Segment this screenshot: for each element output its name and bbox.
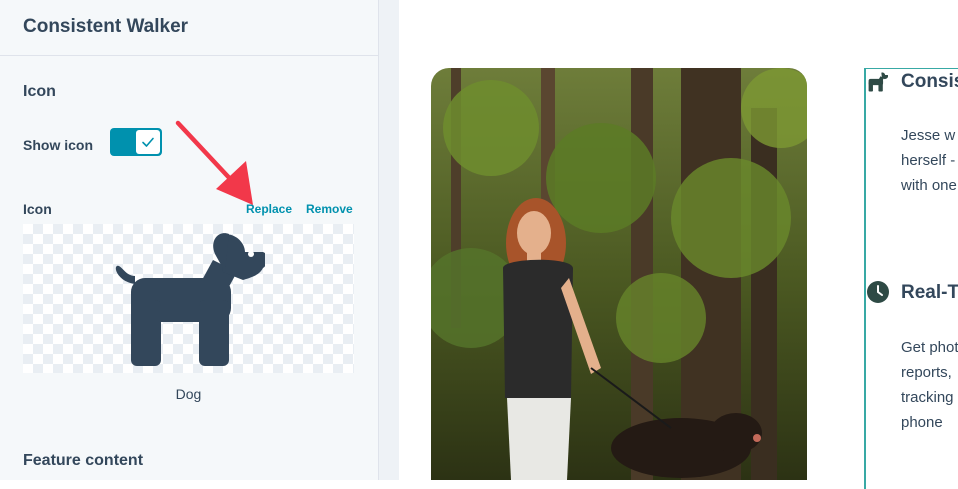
remove-link[interactable]: Remove bbox=[306, 202, 353, 216]
annotation-arrow-icon bbox=[175, 120, 253, 205]
sidebar-header: Consistent Walker bbox=[0, 0, 378, 56]
sidebar-panel: Consistent Walker Icon Show icon Icon Re… bbox=[0, 0, 379, 480]
feature-title: Consis bbox=[901, 71, 958, 92]
preview-canvas: Consis Jesse w herself - with one Real-T… bbox=[379, 0, 958, 489]
photo-image bbox=[431, 68, 807, 480]
feature-list: Consis Jesse w herself - with one Real-T… bbox=[864, 68, 958, 489]
toggle-knob bbox=[136, 130, 160, 154]
walker-photo[interactable] bbox=[431, 68, 807, 480]
feature-content-title: Feature content bbox=[23, 452, 144, 469]
checkmark-icon bbox=[142, 137, 154, 147]
feature-description: Jesse w herself - with one bbox=[901, 127, 957, 194]
preview-page: Consis Jesse w herself - with one Real-T… bbox=[399, 0, 958, 489]
icon-preview[interactable] bbox=[23, 224, 354, 373]
dog-icon bbox=[115, 233, 265, 366]
show-icon-toggle[interactable] bbox=[110, 128, 162, 156]
sidebar-title: Consistent Walker bbox=[23, 16, 189, 37]
clock-icon bbox=[867, 281, 889, 303]
dog-icon bbox=[868, 72, 888, 92]
icon-name-label: Dog bbox=[175, 386, 202, 402]
feature-title: Real-T bbox=[901, 282, 958, 303]
show-icon-label: Show icon bbox=[23, 137, 93, 153]
feature-description: Get phot reports, tracking phone bbox=[901, 339, 958, 431]
icon-section-title: Icon bbox=[23, 83, 56, 100]
icon-field-label: Icon bbox=[23, 201, 52, 217]
